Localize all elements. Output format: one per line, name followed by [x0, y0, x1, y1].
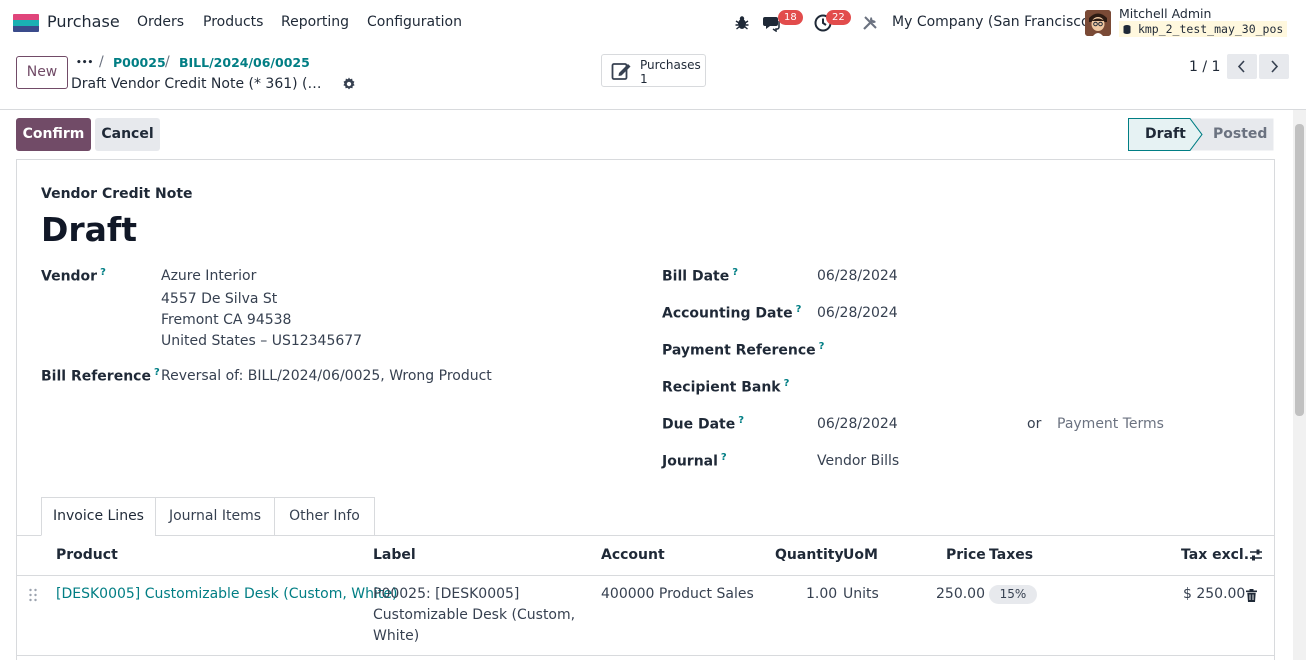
pager-value[interactable]: 1 / 1 — [1189, 59, 1220, 75]
smart-button-label: Purchases — [640, 58, 701, 72]
row-label-line[interactable]: P00025: [DESK0005] — [373, 584, 519, 605]
activities-count-badge: 22 — [826, 10, 851, 25]
page-scrollbar[interactable] — [1293, 110, 1306, 660]
table-header-divider — [17, 575, 1274, 576]
tools-icon[interactable] — [862, 15, 878, 31]
column-quantity[interactable]: Quantity — [775, 547, 844, 563]
optional-columns-icon[interactable] — [1249, 548, 1263, 562]
chevron-left-icon — [1237, 60, 1245, 73]
bill-reference-label: Bill Reference? — [41, 367, 160, 385]
due-date-field[interactable]: 06/28/2024 — [817, 416, 898, 432]
user-avatar[interactable] — [1085, 10, 1111, 36]
document-type: Vendor Credit Note — [41, 186, 193, 202]
row-tax-badge[interactable]: 15% — [989, 585, 1037, 604]
edit-document-icon — [611, 63, 631, 80]
recipient-bank-field[interactable] — [817, 379, 1237, 399]
bill-date-label: Bill Date? — [662, 267, 739, 285]
breadcrumb-separator: / — [99, 54, 104, 70]
column-account[interactable]: Account — [601, 547, 665, 563]
menu-products[interactable]: Products — [203, 14, 263, 30]
vendor-address-line: United States – US12345677 — [161, 333, 363, 349]
column-product[interactable]: Product — [56, 547, 118, 563]
breadcrumb-purchase-order[interactable]: P00025 — [113, 55, 166, 70]
tab-invoice-lines[interactable]: Invoice Lines — [41, 497, 156, 536]
tab-journal-items[interactable]: Journal Items — [155, 497, 275, 536]
database-icon — [1123, 25, 1131, 34]
database-tag: kmp_2_test_may_30_pos — [1119, 21, 1288, 37]
cancel-button[interactable]: Cancel — [95, 118, 160, 151]
purchases-smart-button[interactable]: Purchases 1 — [601, 54, 706, 87]
due-date-label: Due Date? — [662, 415, 745, 433]
row-subtotal: $ 250.00 — [1183, 586, 1246, 602]
company-switcher[interactable]: My Company (San Francisco) — [892, 14, 1095, 30]
row-price[interactable]: 250.00 — [936, 584, 985, 605]
control-panel: New ••• / P00025 / BILL/2024/06/0025 Dra… — [0, 46, 1306, 110]
status-posted[interactable]: Posted — [1213, 126, 1267, 142]
smart-button-count: 1 — [640, 72, 648, 86]
breadcrumb-separator: / — [165, 54, 170, 70]
pager-next-button[interactable] — [1259, 54, 1289, 79]
vendor-label: Vendor? — [41, 267, 106, 285]
bill-date-field[interactable]: 06/28/2024 — [817, 268, 898, 284]
vendor-address-line: Fremont CA 94538 — [161, 312, 292, 328]
drag-handle-icon[interactable] — [28, 588, 38, 602]
menu-orders[interactable]: Orders — [137, 14, 184, 30]
payment-reference-field[interactable] — [817, 342, 1237, 362]
document-name: Draft — [41, 210, 138, 249]
pager-previous-button[interactable] — [1227, 54, 1257, 79]
help-icon[interactable]: ? — [721, 452, 727, 463]
column-uom[interactable]: UoM — [843, 547, 878, 563]
row-divider — [17, 655, 1274, 656]
row-product[interactable]: [DESK0005] Customizable Desk (Custom, Wh… — [56, 584, 397, 605]
row-label-line[interactable]: White) — [373, 626, 419, 647]
vendor-field[interactable]: Azure Interior — [161, 268, 256, 284]
status-draft[interactable]: Draft — [1145, 126, 1186, 142]
status-bar: Draft Posted — [1128, 118, 1274, 151]
accounting-date-label: Accounting Date? — [662, 304, 802, 322]
menu-configuration[interactable]: Configuration — [367, 14, 462, 30]
chevron-right-icon — [1271, 60, 1279, 73]
gear-icon[interactable] — [342, 77, 356, 91]
column-price[interactable]: Price — [946, 547, 986, 563]
help-icon[interactable]: ? — [738, 415, 744, 426]
column-tax-excluded[interactable]: Tax excl. — [1181, 547, 1249, 563]
help-icon[interactable]: ? — [732, 267, 738, 278]
bill-reference-field[interactable]: Reversal of: BILL/2024/06/0025, Wrong Pr… — [161, 368, 492, 384]
help-icon[interactable]: ? — [784, 378, 790, 389]
row-label-line[interactable]: Customizable Desk (Custom, — [373, 605, 575, 626]
new-button[interactable]: New — [16, 56, 68, 89]
top-navbar: Purchase Orders Products Reporting Confi… — [0, 0, 1306, 46]
tab-other-info[interactable]: Other Info — [274, 497, 375, 536]
breadcrumb-bill[interactable]: BILL/2024/06/0025 — [179, 55, 310, 70]
journal-field[interactable]: Vendor Bills — [817, 453, 899, 469]
user-name[interactable]: Mitchell Admin — [1119, 6, 1211, 21]
bug-icon[interactable] — [734, 15, 750, 31]
journal-label: Journal? — [662, 452, 727, 470]
column-label[interactable]: Label — [373, 547, 416, 563]
app-name[interactable]: Purchase — [47, 12, 120, 31]
help-icon[interactable]: ? — [154, 367, 160, 378]
database-name: kmp_2_test_may_30_pos — [1137, 22, 1284, 36]
vendor-address-line: 4557 De Silva St — [161, 291, 278, 307]
payment-terms-field[interactable]: Payment Terms — [1057, 416, 1164, 432]
row-uom[interactable]: Units — [843, 584, 879, 605]
record-title: Draft Vendor Credit Note (* 361) (Revers… — [71, 76, 326, 92]
messages-count-badge: 18 — [778, 10, 803, 25]
recipient-bank-label: Recipient Bank? — [662, 378, 790, 396]
or-label: or — [1027, 416, 1042, 432]
row-quantity[interactable]: 1.00 — [806, 584, 837, 605]
breadcrumb-more[interactable]: ••• — [76, 58, 93, 68]
help-icon[interactable]: ? — [100, 267, 106, 278]
confirm-button[interactable]: Confirm — [16, 118, 91, 151]
help-icon[interactable]: ? — [796, 304, 802, 315]
row-account[interactable]: 400000 Product Sales — [601, 584, 754, 605]
purchase-app-icon[interactable] — [13, 14, 39, 32]
accounting-date-field[interactable]: 06/28/2024 — [817, 305, 898, 321]
menu-reporting[interactable]: Reporting — [281, 14, 349, 30]
column-taxes[interactable]: Taxes — [989, 547, 1033, 563]
scrollbar-thumb[interactable] — [1295, 124, 1304, 416]
trash-icon[interactable] — [1246, 589, 1257, 602]
payment-reference-label: Payment Reference? — [662, 341, 825, 359]
